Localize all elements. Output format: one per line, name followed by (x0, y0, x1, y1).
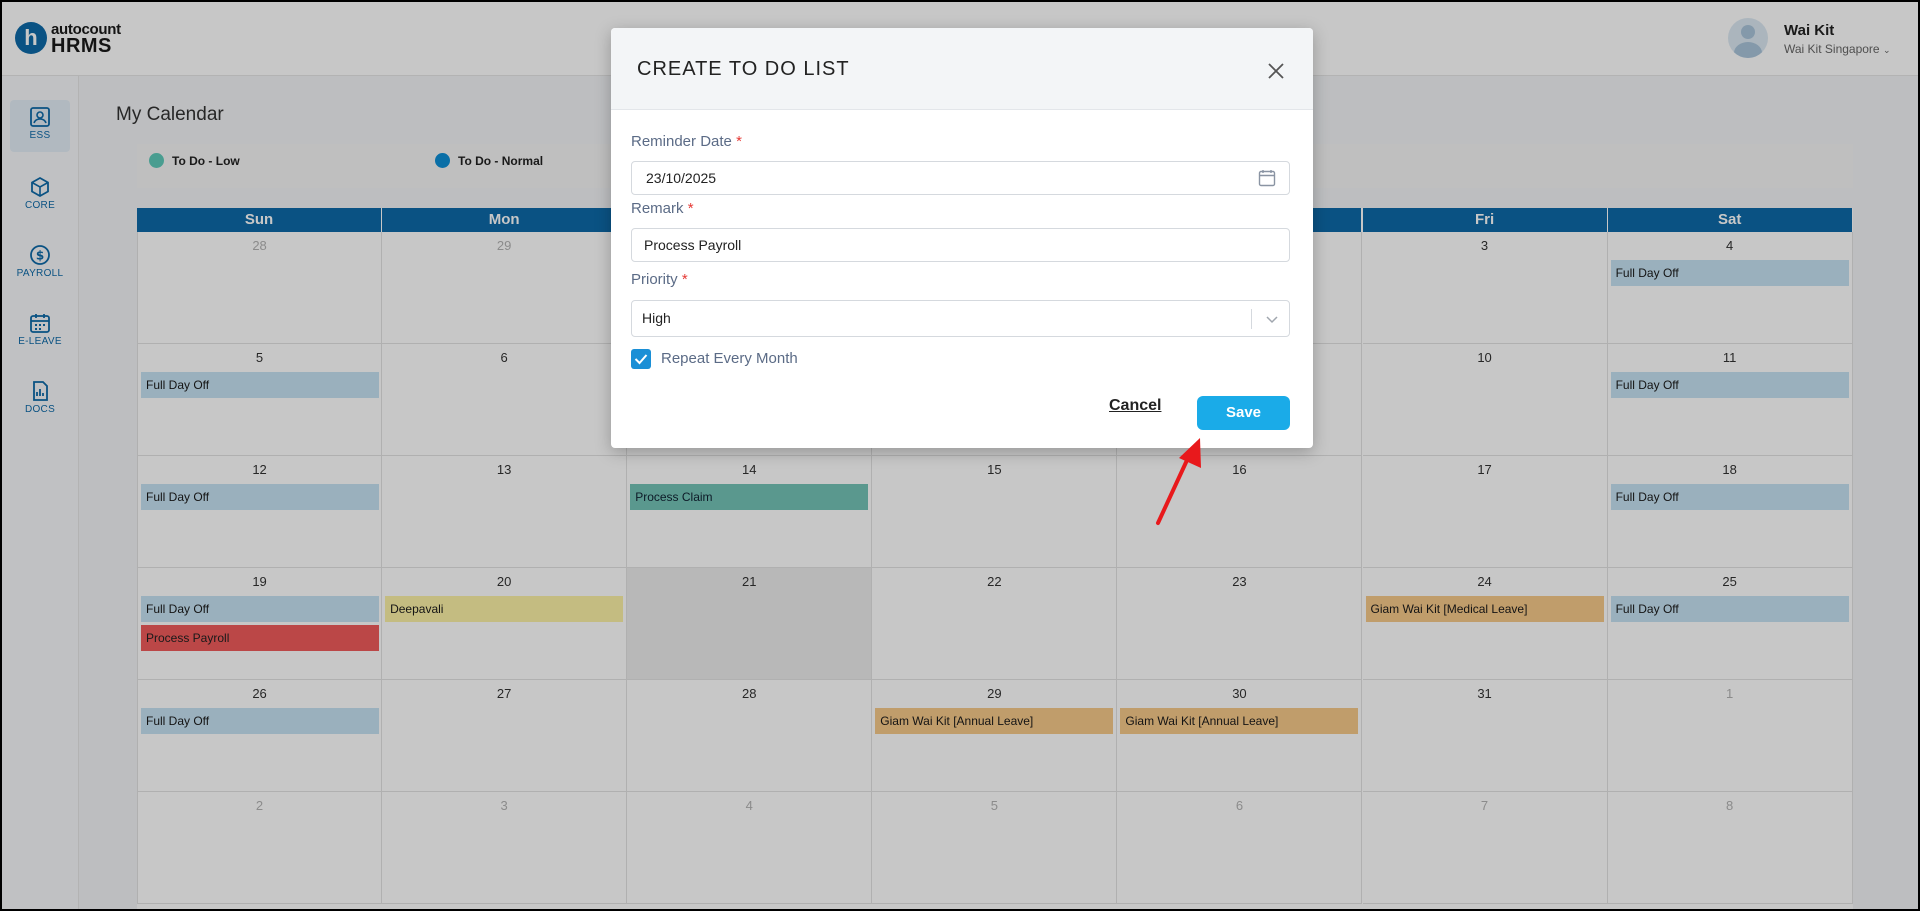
remark-input[interactable]: Process Payroll (631, 228, 1290, 262)
calendar-icon[interactable] (1258, 169, 1276, 187)
priority-label-text: Priority (631, 271, 678, 288)
dialog-header: CREATE TO DO LIST (611, 28, 1313, 110)
reminder-date-input[interactable]: 23/10/2025 (631, 161, 1290, 195)
reminder-date-label: Reminder Date * (631, 133, 742, 150)
remark-label-text: Remark (631, 200, 684, 217)
app-window: h autocount HRMS Wai Kit Wai Kit Singapo… (2, 2, 1918, 909)
dialog-title: CREATE TO DO LIST (637, 58, 850, 80)
repeat-every-month-checkbox[interactable] (631, 349, 651, 369)
priority-select[interactable]: High (631, 300, 1290, 337)
cancel-button[interactable]: Cancel (1109, 397, 1161, 415)
checkmark-icon (634, 354, 648, 365)
repeat-every-month-label[interactable]: Repeat Every Month (661, 350, 798, 367)
reminder-date-label-text: Reminder Date (631, 133, 732, 150)
chevron-down-icon[interactable] (1264, 311, 1280, 327)
required-mark: * (687, 200, 694, 217)
close-button[interactable] (1266, 61, 1286, 81)
priority-label: Priority * (631, 271, 688, 288)
save-button[interactable]: Save (1197, 396, 1290, 430)
create-todo-dialog: CREATE TO DO LIST Reminder Date * 23/10/… (611, 28, 1313, 448)
remark-label: Remark * (631, 200, 694, 217)
select-divider (1251, 309, 1252, 329)
annotation-arrow-icon (1156, 438, 1201, 525)
remark-value: Process Payroll (644, 237, 742, 253)
required-mark: * (736, 133, 742, 150)
close-icon (1268, 63, 1284, 79)
required-mark: * (681, 271, 688, 288)
priority-value: High (642, 310, 671, 326)
reminder-date-value: 23/10/2025 (646, 170, 717, 186)
